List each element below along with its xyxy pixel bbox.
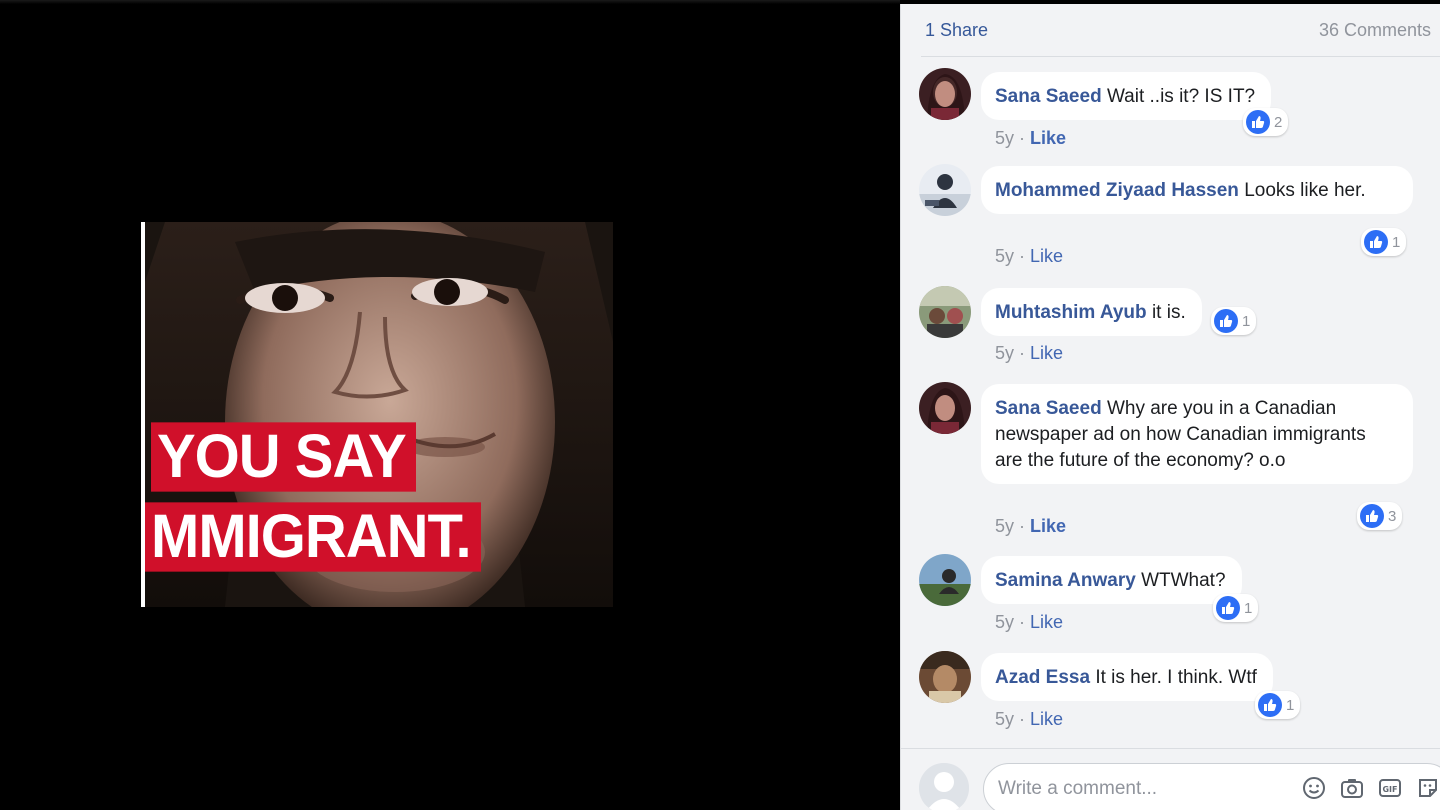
- reaction-number: 1: [1242, 312, 1251, 330]
- comments-panel: 1 Share 36 Comments Sana Saeed Wait ..is…: [900, 4, 1440, 810]
- comment-text: Wait ..is it? IS IT?: [1106, 86, 1256, 107]
- reaction-number: 2: [1274, 113, 1283, 131]
- like-reaction-icon: [1246, 110, 1270, 134]
- meta-separator: ·: [1014, 516, 1031, 536]
- comment-author[interactable]: Samina Anwary: [995, 570, 1136, 591]
- reaction-number: 1: [1244, 599, 1253, 617]
- emoji-icon[interactable]: [1301, 775, 1327, 801]
- panel-header: 1 Share 36 Comments: [921, 4, 1440, 57]
- comments-count-link[interactable]: 36 Comments: [1319, 20, 1431, 41]
- reaction-count[interactable]: 1: [1213, 594, 1259, 622]
- meta-separator: ·: [1014, 128, 1031, 148]
- like-reaction-icon: [1258, 693, 1282, 717]
- reaction-count[interactable]: 2: [1243, 108, 1289, 136]
- like-link[interactable]: Like: [1030, 343, 1063, 363]
- like-reaction-icon: [1360, 504, 1384, 528]
- meta-separator: ·: [1014, 612, 1031, 632]
- comment-meta: 5y · Like: [995, 343, 1063, 364]
- comment-author[interactable]: Azad Essa: [995, 667, 1090, 688]
- banner-line-2: MMIGRANT.: [145, 502, 481, 572]
- like-link[interactable]: Like: [1030, 128, 1066, 148]
- avatar[interactable]: [919, 286, 971, 338]
- avatar[interactable]: [919, 651, 971, 703]
- meta-separator: ·: [1014, 246, 1031, 266]
- comment-bubble: Sana Saeed Why are you in a Canadian new…: [981, 384, 1413, 484]
- reaction-number: 1: [1286, 696, 1295, 714]
- reaction-count[interactable]: 3: [1357, 502, 1403, 530]
- like-reaction-icon: [1216, 596, 1240, 620]
- comment-text: It is her. I think. Wtf: [1095, 667, 1257, 688]
- comment-meta: 5y · Like: [995, 516, 1066, 537]
- like-link[interactable]: Like: [1030, 612, 1063, 632]
- comment-time[interactable]: 5y: [995, 709, 1014, 729]
- comment-meta: 5y · Like: [995, 128, 1066, 149]
- like-link[interactable]: Like: [1030, 516, 1066, 536]
- comment-bubble: Sana Saeed Wait ..is it? IS IT?: [981, 72, 1272, 120]
- avatar[interactable]: [919, 382, 971, 434]
- avatar[interactable]: [919, 554, 971, 606]
- comment-bubble: Muhtashim Ayub it is.: [981, 288, 1202, 336]
- shares-link[interactable]: 1 Share: [925, 20, 988, 41]
- comment-time[interactable]: 5y: [995, 343, 1014, 363]
- comment-meta: 5y · Like: [995, 612, 1063, 633]
- reaction-count[interactable]: 1: [1361, 228, 1407, 256]
- banner-line-1: YOU SAY: [151, 422, 416, 492]
- sticker-icon[interactable]: [1415, 775, 1440, 801]
- comment-bubble: Azad Essa It is her. I think. Wtf: [981, 653, 1273, 701]
- reaction-count[interactable]: 1: [1211, 307, 1257, 335]
- comment-text: Looks like her.: [1244, 180, 1366, 201]
- avatar[interactable]: [919, 68, 971, 120]
- reaction-number: 1: [1392, 233, 1401, 251]
- gif-icon-label: GIF: [1382, 785, 1397, 794]
- comment-time[interactable]: 5y: [995, 128, 1014, 148]
- comment-author[interactable]: Muhtashim Ayub: [995, 302, 1147, 323]
- like-reaction-icon: [1364, 230, 1388, 254]
- like-reaction-icon: [1214, 309, 1238, 333]
- composer-icons: GIF: [1301, 775, 1440, 801]
- comment-author[interactable]: Sana Saeed: [995, 86, 1102, 107]
- camera-icon[interactable]: [1339, 775, 1365, 801]
- comment-author[interactable]: Mohammed Ziyaad Hassen: [995, 180, 1239, 201]
- comment-text: WTWhat?: [1141, 570, 1226, 591]
- comment-meta: 5y · Like: [995, 246, 1063, 267]
- comment-time[interactable]: 5y: [995, 246, 1014, 266]
- gif-icon[interactable]: GIF: [1377, 775, 1403, 801]
- comment-time[interactable]: 5y: [995, 612, 1014, 632]
- comment-composer: GIF: [901, 748, 1440, 810]
- comment-time[interactable]: 5y: [995, 516, 1014, 536]
- meta-separator: ·: [1014, 343, 1031, 363]
- comment-bubble: Samina Anwary WTWhat?: [981, 556, 1242, 604]
- meta-separator: ·: [1014, 709, 1031, 729]
- like-link[interactable]: Like: [1030, 246, 1063, 266]
- reaction-count[interactable]: 1: [1255, 691, 1301, 719]
- comment-text: it is.: [1151, 302, 1186, 323]
- avatar[interactable]: [919, 164, 971, 216]
- reaction-number: 3: [1388, 507, 1397, 525]
- comment-author[interactable]: Sana Saeed: [995, 398, 1102, 419]
- top-edge: [0, 0, 900, 4]
- post-photo[interactable]: YOU SAY MMIGRANT.: [141, 222, 613, 607]
- comment-meta: 5y · Like: [995, 709, 1063, 730]
- current-user-avatar: [919, 763, 969, 810]
- comment-bubble: Mohammed Ziyaad Hassen Looks like her.: [981, 166, 1413, 214]
- page: YOU SAY MMIGRANT. 1 Share 36 Comments Sa…: [0, 0, 1440, 810]
- like-link[interactable]: Like: [1030, 709, 1063, 729]
